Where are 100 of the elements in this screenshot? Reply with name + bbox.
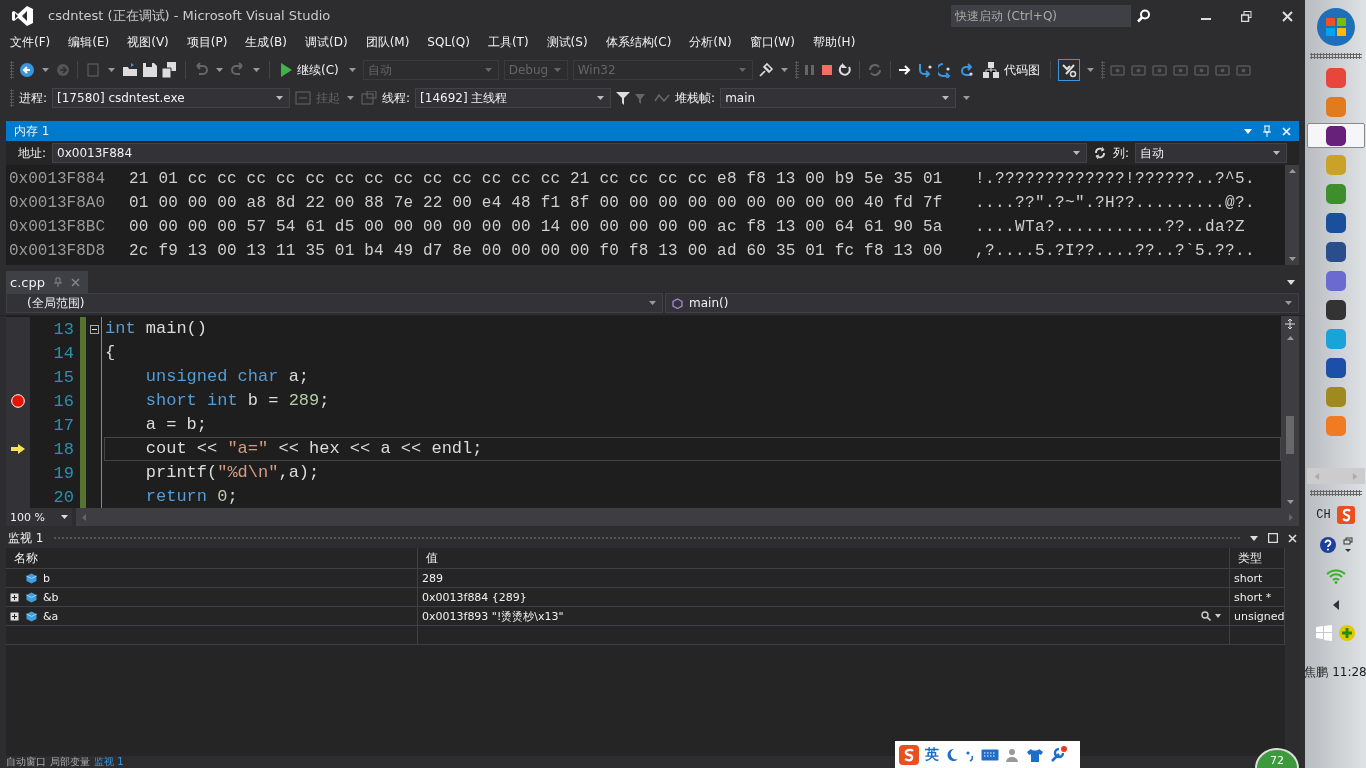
menu-item[interactable]: 窗口(W) — [749, 33, 795, 51]
search-icon[interactable] — [1137, 9, 1151, 23]
quick-launch-field[interactable]: 快速启动 (Ctrl+Q) — [951, 5, 1131, 27]
maximize-icon[interactable] — [1268, 533, 1278, 543]
menu-item[interactable]: SQL(Q) — [427, 35, 470, 49]
toolbar-grip[interactable] — [10, 61, 14, 79]
plus-icon[interactable] — [1337, 624, 1356, 642]
menu-item[interactable]: 团队(M) — [365, 33, 410, 51]
back-icon[interactable] — [19, 62, 35, 78]
caret-icon[interactable] — [649, 301, 656, 305]
toggle-icon[interactable] — [1057, 59, 1080, 81]
tool-window-tab[interactable]: 局部变量 — [50, 756, 90, 768]
attach-icon[interactable] — [757, 62, 774, 78]
undo-icon[interactable] — [193, 62, 209, 78]
scope-dropdown[interactable]: (全局范围) — [6, 293, 663, 313]
caret-icon[interactable] — [216, 68, 223, 72]
scroll-thumb[interactable] — [1286, 416, 1294, 454]
menu-item[interactable]: 分析(N) — [689, 33, 732, 51]
menu-item[interactable]: 测试(S) — [546, 33, 588, 51]
caret-icon[interactable] — [1287, 279, 1295, 285]
zoom-dropdown[interactable]: 100 % — [6, 508, 72, 526]
step-out-icon[interactable] — [958, 62, 975, 78]
expand-icon[interactable] — [10, 611, 19, 621]
caret-icon[interactable] — [1250, 535, 1258, 541]
pause-icon[interactable] — [803, 64, 816, 76]
filter-icon[interactable] — [616, 91, 631, 105]
code-map-button[interactable]: 代码图 — [979, 59, 1043, 81]
scroll-down-icon[interactable] — [1288, 257, 1296, 261]
menu-item[interactable]: 视图(V) — [127, 33, 169, 51]
language-indicator[interactable]: CH — [1316, 508, 1331, 522]
menu-item[interactable]: 文件(F) — [10, 33, 51, 51]
scroll-up-icon[interactable] — [1288, 169, 1296, 173]
caret-icon[interactable] — [780, 68, 788, 72]
menu-item[interactable]: 项目(P) — [186, 33, 228, 51]
member-dropdown[interactable]: main() — [665, 293, 1299, 313]
caret-icon[interactable] — [276, 96, 284, 100]
stack-frame-dropdown[interactable]: main — [720, 88, 957, 108]
toolbar-grip[interactable] — [1100, 61, 1105, 79]
wrench-icon[interactable] — [1049, 745, 1067, 764]
menu-item[interactable]: 调试(D) — [305, 33, 348, 51]
collapse-icon[interactable] — [90, 324, 99, 334]
caret-icon[interactable] — [347, 96, 355, 100]
caret-icon[interactable] — [942, 96, 950, 100]
expand-icon[interactable] — [10, 592, 19, 602]
windows-overlap-icon[interactable] — [1342, 537, 1353, 553]
moon-icon[interactable] — [945, 747, 959, 762]
columns-dropdown[interactable]: 自动 — [1135, 143, 1287, 163]
tool-window-tab[interactable]: 监视 1 — [94, 756, 124, 768]
pin-icon[interactable] — [52, 277, 63, 287]
menu-item[interactable]: 体系结构(C) — [605, 33, 672, 51]
continue-button[interactable]: 继续(C) — [277, 59, 342, 81]
clock[interactable]: 11:28 — [1332, 665, 1366, 679]
user-icon[interactable] — [1005, 747, 1021, 762]
refresh-icon[interactable] — [1092, 146, 1107, 160]
caret-icon[interactable] — [348, 68, 356, 72]
scroll-down-icon[interactable] — [1286, 500, 1294, 504]
scrollbar[interactable] — [1281, 316, 1299, 508]
step-into-icon[interactable] — [916, 62, 933, 78]
help-icon[interactable] — [1318, 536, 1337, 554]
shirt-icon[interactable] — [1027, 747, 1043, 762]
taskbar-grip[interactable] — [1309, 53, 1362, 59]
restart-icon[interactable] — [837, 63, 852, 77]
caret-icon[interactable] — [1215, 614, 1221, 618]
column-header[interactable]: 值 — [418, 548, 1230, 568]
toolbar-grip[interactable] — [10, 89, 14, 107]
caret-icon[interactable] — [42, 68, 49, 72]
caret-icon[interactable] — [1273, 151, 1280, 155]
taskbar-app[interactable] — [1306, 123, 1365, 148]
input-mode-toggle[interactable]: 英 — [925, 745, 939, 764]
restore-icon[interactable] — [1241, 10, 1252, 22]
menu-item[interactable]: 工具(T) — [487, 33, 529, 51]
taskbar-grip[interactable] — [1309, 490, 1362, 496]
scroll-up-icon[interactable] — [1286, 336, 1294, 340]
toolbar-grip[interactable] — [794, 61, 799, 79]
menu-item[interactable]: 生成(B) — [245, 33, 287, 51]
arrow-right-icon[interactable] — [897, 63, 912, 77]
arrow-left-icon[interactable] — [1332, 600, 1339, 610]
sogou-tray-icon[interactable] — [1336, 506, 1355, 524]
menu-item[interactable]: 帮助(H) — [812, 33, 856, 51]
editor-tab[interactable]: c.cpp — [6, 271, 88, 293]
stop-icon[interactable] — [820, 64, 833, 76]
tool-window-tab[interactable]: 自动窗口 — [6, 756, 46, 768]
caret-icon[interactable] — [963, 96, 971, 100]
open-folder-icon[interactable] — [122, 62, 138, 78]
caret-icon[interactable] — [1086, 68, 1094, 72]
process-dropdown[interactable]: [17580] csdntest.exe — [52, 88, 291, 108]
address-field[interactable]: 0x0013F884 — [52, 143, 1087, 163]
caret-icon[interactable] — [61, 515, 68, 519]
caret-icon[interactable] — [1072, 151, 1080, 155]
flag-icon[interactable] — [654, 91, 671, 105]
keyboard-icon[interactable] — [981, 748, 999, 761]
thread-dropdown[interactable]: [14692] 主线程 — [415, 88, 612, 108]
visualizer-button[interactable] — [1201, 611, 1221, 621]
save-icon[interactable] — [143, 63, 157, 77]
redo-icon[interactable] — [230, 62, 246, 78]
caret-icon[interactable] — [597, 96, 605, 100]
search-icon[interactable] — [1201, 611, 1211, 621]
caret-icon[interactable] — [253, 68, 260, 72]
column-header[interactable]: 名称 — [6, 548, 418, 568]
caret-icon[interactable] — [108, 68, 115, 72]
